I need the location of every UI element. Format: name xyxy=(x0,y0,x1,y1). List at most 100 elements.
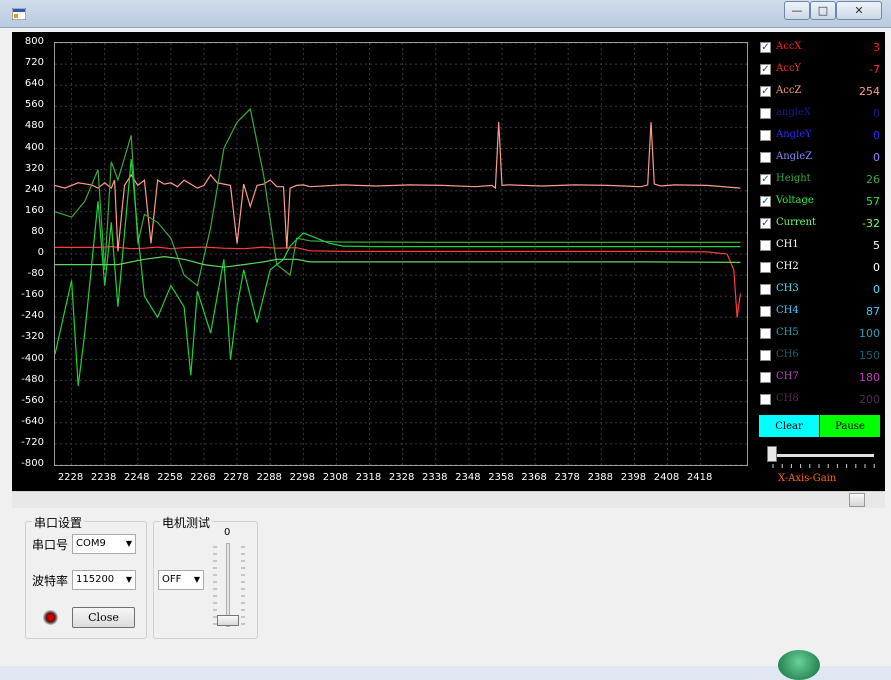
channel-row-ch5[interactable]: CH5 100 xyxy=(758,325,880,343)
channel-name: angleX xyxy=(776,107,812,118)
app-window: — □ ✕ 800 720 640 560 480 400 320 240 160 80 0 -80-… xyxy=(0,0,891,680)
x-tick-label: 2418 xyxy=(686,472,713,483)
channel-value: 0 xyxy=(873,261,880,274)
channel-checkbox[interactable] xyxy=(760,350,771,361)
channel-checkbox[interactable] xyxy=(760,130,771,141)
port-label: 串口号 xyxy=(32,538,69,552)
channel-value: -7 xyxy=(869,63,880,76)
x-tick-label: 2258 xyxy=(157,472,183,483)
channel-row-ch1[interactable]: CH1 5 xyxy=(758,237,880,255)
motor-slider-thumb[interactable] xyxy=(217,615,239,626)
channel-row-ch4[interactable]: CH4 87 xyxy=(758,303,880,321)
x-tick-label: 2238 xyxy=(90,472,117,483)
channel-row-ch7[interactable]: CH7 180 xyxy=(758,369,880,387)
y-tick-label: 240 xyxy=(24,183,44,195)
channel-row-voltage[interactable]: ✓ Voltage 57 xyxy=(758,193,880,211)
clear-button[interactable]: Clear xyxy=(759,415,819,437)
port-select[interactable]: COM9 ▼ xyxy=(72,534,136,554)
series-line-accz xyxy=(54,122,741,252)
channel-checkbox[interactable] xyxy=(760,152,771,163)
channel-checkbox[interactable]: ✓ xyxy=(760,196,771,207)
x-tick-label: 2288 xyxy=(256,472,282,483)
channel-row-ch3[interactable]: CH3 0 xyxy=(758,281,880,299)
chevron-down-icon: ▼ xyxy=(125,539,132,548)
x-tick-label: 2248 xyxy=(124,472,150,483)
minimize-button[interactable]: — xyxy=(784,1,810,20)
channel-name: CH2 xyxy=(776,261,799,272)
y-tick-label: 640 xyxy=(24,78,44,90)
horizontal-scrollbar[interactable] xyxy=(12,491,885,508)
channel-checkbox[interactable] xyxy=(760,108,771,119)
channel-row-ch6[interactable]: CH6 150 xyxy=(758,347,880,365)
baud-select[interactable]: 115200 ▼ xyxy=(72,570,136,590)
channel-row-angley[interactable]: AngleY 0 xyxy=(758,127,880,145)
x-tick-label: 2338 xyxy=(422,472,448,483)
y-tick-label: -480 xyxy=(21,373,44,385)
channel-checkbox[interactable]: ✓ xyxy=(760,86,771,97)
channel-checkbox[interactable] xyxy=(760,262,771,273)
x-tick-label: 2278 xyxy=(223,472,249,483)
x-tick-label: 2368 xyxy=(521,472,547,483)
channel-row-accy[interactable]: ✓ AccY -7 xyxy=(758,61,880,79)
y-tick-label: -720 xyxy=(21,436,44,448)
channel-checkbox[interactable]: ✓ xyxy=(760,218,771,229)
x-axis-gain-thumb[interactable] xyxy=(767,446,777,462)
channel-row-anglex[interactable]: angleX 0 xyxy=(758,105,880,123)
channel-name: CH8 xyxy=(776,393,799,404)
channel-checkbox[interactable]: ✓ xyxy=(760,42,771,53)
channel-name: AngleZ xyxy=(776,151,813,162)
pause-button[interactable]: Pause xyxy=(820,415,880,437)
start-orb-icon[interactable] xyxy=(778,650,820,680)
x-tick-label: 2268 xyxy=(190,472,216,483)
channel-checkbox[interactable] xyxy=(760,240,771,251)
close-window-button[interactable]: ✕ xyxy=(836,1,882,20)
x-tick-label: 2398 xyxy=(620,472,647,483)
channel-checkbox[interactable] xyxy=(760,306,771,317)
x-tick-label: 2228 xyxy=(57,472,84,483)
channel-checkbox[interactable] xyxy=(760,284,771,295)
y-tick-label: 480 xyxy=(24,120,44,132)
x-axis-gain-track[interactable] xyxy=(770,454,874,457)
y-tick-label: 0 xyxy=(37,247,44,258)
x-tick-label: 2318 xyxy=(355,472,382,483)
motor-state-select[interactable]: OFF ▼ xyxy=(158,570,204,590)
channel-checkbox[interactable]: ✓ xyxy=(760,174,771,185)
motor-group-title: 电机测试 xyxy=(160,514,213,531)
channel-checkbox[interactable] xyxy=(760,394,771,405)
y-tick-label: -160 xyxy=(21,289,44,301)
channel-row-height[interactable]: ✓ Height 26 xyxy=(758,171,880,189)
serial-group-title: 串口设置 xyxy=(32,514,85,531)
title-bar[interactable]: — □ ✕ xyxy=(0,0,891,28)
channel-name: Voltage xyxy=(776,195,814,206)
x-axis-gain-label: X-Axis-Gain xyxy=(778,473,837,484)
channel-name: AccZ xyxy=(776,85,802,96)
channel-row-accz[interactable]: ✓ AccZ 254 xyxy=(758,83,880,101)
x-tick-label: 2378 xyxy=(554,472,580,483)
close-port-button[interactable]: Close xyxy=(72,607,135,628)
channel-row-ch2[interactable]: CH2 0 xyxy=(758,259,880,277)
channel-value: 3 xyxy=(873,41,880,54)
channel-name: Height xyxy=(776,173,811,184)
channel-checkbox[interactable] xyxy=(760,328,771,339)
y-tick-label: 720 xyxy=(24,57,44,69)
channel-row-accx[interactable]: ✓ AccX 3 xyxy=(758,39,880,57)
scrollbar-thumb[interactable] xyxy=(849,493,865,507)
channel-row-anglez[interactable]: AngleZ 0 xyxy=(758,149,880,167)
channel-name: AngleY xyxy=(776,129,812,140)
channel-row-current[interactable]: ✓ Current -32 xyxy=(758,215,880,233)
connection-led-icon xyxy=(43,610,58,625)
y-tick-label: 80 xyxy=(31,225,44,237)
channel-value: 0 xyxy=(873,151,880,164)
maximize-button[interactable]: □ xyxy=(810,1,836,20)
y-tick-label: 160 xyxy=(24,204,44,216)
channel-value: 0 xyxy=(873,107,880,120)
y-tick-label: -640 xyxy=(21,415,44,427)
channel-checkbox[interactable]: ✓ xyxy=(760,64,771,75)
channel-value: 57 xyxy=(866,195,880,208)
y-tick-label: -320 xyxy=(21,331,44,343)
channel-name: CH1 xyxy=(776,239,799,250)
channel-name: CH3 xyxy=(776,283,799,294)
channel-row-ch8[interactable]: CH8 200 xyxy=(758,391,880,409)
y-tick-label: 800 xyxy=(24,36,44,47)
channel-checkbox[interactable] xyxy=(760,372,771,383)
